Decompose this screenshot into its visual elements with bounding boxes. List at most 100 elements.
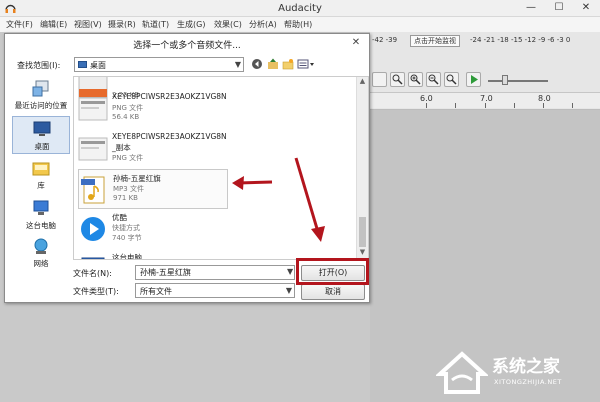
minimize-button[interactable]: —: [518, 1, 544, 15]
ruler-tick: [485, 103, 486, 108]
ruler-tick: [543, 103, 544, 108]
computer-shortcut-icon: [81, 257, 105, 259]
png-thumb-icon: [78, 137, 108, 161]
zoom-out-button[interactable]: [426, 72, 441, 87]
file-name: 这台电脑: [112, 253, 142, 260]
maximize-button[interactable]: ☐: [546, 1, 572, 15]
new-folder-icon[interactable]: [282, 58, 294, 70]
view-menu-icon[interactable]: [297, 58, 315, 70]
menubar: 文件(F) 编辑(E) 视图(V) 摄录(R) 轨道(T) 生成(G) 效果(C…: [0, 17, 600, 32]
fit-selection-button[interactable]: [444, 72, 459, 87]
place-this-pc[interactable]: 这台电脑: [12, 196, 70, 234]
file-type: PNG 文件: [112, 104, 144, 112]
up-folder-icon[interactable]: [267, 58, 279, 70]
file-list-scrollbar[interactable]: ▲ ▼: [356, 77, 368, 259]
menu-help[interactable]: 帮助(H): [284, 19, 312, 30]
file-item[interactable]: 优酷 快捷方式 740 字节: [78, 209, 228, 249]
mp3-file-icon: [81, 176, 105, 204]
ruler-label: 8.0: [538, 94, 551, 103]
chevron-down-icon[interactable]: ▼: [287, 267, 293, 276]
open-file-dialog: 选择一个或多个音频文件... ✕ 查找范围(I): 桌面 ▼ 最近访问的位置 桌…: [4, 33, 370, 303]
desktop-icon: [33, 121, 51, 136]
file-name: 孙楠-五星红旗: [113, 174, 161, 183]
filetype-select[interactable]: 所有文件 ▼: [135, 283, 295, 298]
menu-effect[interactable]: 效果(C): [214, 19, 242, 30]
menu-record[interactable]: 摄录(R): [108, 19, 136, 30]
scroll-up-icon[interactable]: ▲: [357, 77, 368, 88]
ruler-tick: [426, 103, 427, 108]
app-title: Audacity: [278, 3, 322, 14]
menu-tracks[interactable]: 轨道(T): [142, 19, 169, 30]
house-logo-icon: [434, 351, 490, 394]
ruler-tick: [455, 103, 456, 108]
menu-analyze[interactable]: 分析(A): [249, 19, 277, 30]
filetype-value: 所有文件: [140, 287, 172, 296]
file-item[interactable]: 这台电脑 快捷方式: [78, 249, 228, 260]
play-icon: [471, 75, 478, 84]
tool-button[interactable]: [372, 72, 387, 87]
file-item-selected-mp3[interactable]: 孙楠-五星红旗 MP3 文件 971 KB: [78, 169, 228, 209]
file-type: MP3 文件: [113, 185, 144, 193]
file-name: XEYE8PCIWSR2E3AOKZ1VG8N: [112, 92, 227, 101]
playback-speed-track: [488, 80, 548, 82]
zoom-in-button[interactable]: [408, 72, 423, 87]
place-network[interactable]: 网络: [12, 234, 70, 272]
place-desktop[interactable]: 桌面: [12, 116, 70, 154]
ruler-tick: [572, 103, 573, 108]
cancel-button[interactable]: 取消: [301, 284, 365, 300]
menu-edit[interactable]: 编辑(E): [40, 19, 67, 30]
playback-speed-slider[interactable]: [502, 75, 508, 85]
zoom-in-icon: [410, 74, 421, 85]
places-bar: 最近访问的位置 桌面 库 这台电脑 网络: [12, 76, 70, 268]
look-in-value: 桌面: [90, 61, 106, 70]
start-monitoring-button[interactable]: 点击开始监视: [410, 35, 460, 47]
file-size: 971 KB: [113, 194, 138, 202]
file-size: 740 字节: [112, 234, 142, 242]
chevron-down-icon: ▼: [285, 286, 292, 295]
audacity-toolbar: -42 -39 点击开始监视 -24 -21 -18 -15 -12 -9 -6…: [370, 32, 600, 110]
place-library[interactable]: 库: [12, 156, 70, 194]
play-at-speed-button[interactable]: [466, 72, 481, 87]
silence-tool-button[interactable]: [390, 72, 405, 87]
filename-label: 文件名(N):: [73, 269, 112, 278]
file-item[interactable]: XEYE8PCIWSR2E3AOKZ1VG8N PNG 文件 56.4 KB: [78, 89, 228, 129]
zoom-fit-icon: [446, 74, 457, 85]
filetype-label: 文件类型(T):: [73, 287, 119, 296]
file-name-suffix: _副本: [112, 143, 131, 152]
magnifier-icon: [392, 74, 403, 85]
zoom-out-icon: [428, 74, 439, 85]
timeline-ruler[interactable]: 6.0 7.0 8.0: [370, 92, 600, 108]
place-label: 网络: [33, 259, 49, 268]
meter-scale-right: -24 -21 -18 -15 -12 -9 -6 -3 0: [470, 36, 571, 44]
filename-input[interactable]: 孙楠-五星红旗: [135, 265, 295, 280]
place-label: 库: [37, 181, 45, 190]
menu-file[interactable]: 文件(F): [6, 19, 33, 30]
recent-places-icon: [32, 80, 49, 97]
back-icon[interactable]: [251, 58, 263, 70]
computer-icon: [33, 200, 49, 215]
ruler-label: 7.0: [480, 94, 493, 103]
chevron-down-icon: ▼: [234, 60, 241, 69]
menu-generate[interactable]: 生成(G): [177, 19, 205, 30]
dialog-close-button[interactable]: ✕: [349, 37, 363, 49]
file-list[interactable]: 2.25 KB XEYE8PCIWSR2E3AOKZ1VG8N PNG 文件 5…: [73, 76, 369, 260]
meter-scale-left: -42 -39: [372, 36, 398, 44]
file-item[interactable]: XEYE8PCIWSR2E3AOKZ1VG8N _副本 PNG 文件: [78, 129, 228, 169]
ruler-tick: [514, 103, 515, 108]
library-icon: [32, 162, 50, 176]
network-icon: [34, 238, 48, 254]
scroll-thumb[interactable]: [359, 217, 366, 247]
open-button-highlight-box: [296, 258, 369, 285]
watermark-url: XITONGZHIJIA.NET: [494, 378, 562, 386]
close-window-button[interactable]: ✕: [573, 1, 599, 15]
look-in-select[interactable]: 桌面 ▼: [74, 57, 244, 72]
dialog-title: 选择一个或多个音频文件...: [133, 41, 241, 51]
menu-view[interactable]: 视图(V): [74, 19, 102, 30]
desktop-icon: [78, 61, 87, 68]
recording-meter[interactable]: -42 -39 点击开始监视 -24 -21 -18 -15 -12 -9 -6…: [370, 35, 600, 48]
place-label: 这台电脑: [26, 221, 56, 230]
place-label: 桌面: [34, 142, 50, 151]
edit-toolbar: [370, 70, 600, 90]
place-recent[interactable]: 最近访问的位置: [12, 76, 70, 114]
ruler-label: 6.0: [420, 94, 433, 103]
